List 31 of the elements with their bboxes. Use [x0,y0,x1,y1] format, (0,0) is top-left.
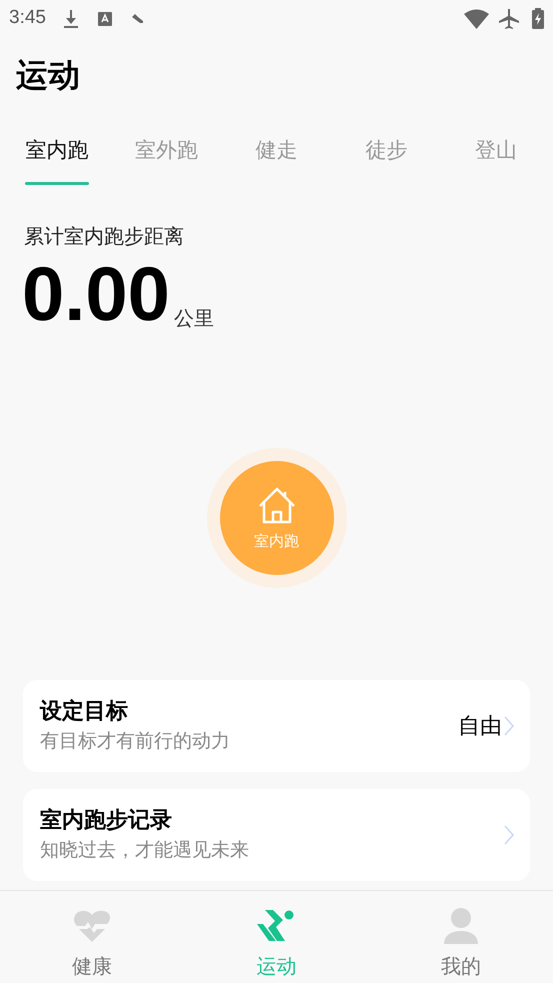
settings-card[interactable]: 室内跑步记录 知晓过去，才能遇见未来 [23,789,530,881]
tab[interactable]: 健走 [222,135,332,185]
heart-icon [73,909,112,943]
tab[interactable]: 徒步 [331,135,442,185]
start-button[interactable]: 室内跑 [220,461,334,575]
airplane-icon [498,8,520,30]
page-title: 运动 [16,55,81,95]
tab[interactable]: 室外跑 [112,135,222,185]
card-subtitle: 有目标才有前行的动力 [40,729,231,754]
tab[interactable]: 室内跑 [2,135,112,185]
person-icon [442,907,480,945]
settings-card[interactable]: 设定目标 有目标才有前行的动力 自由 [23,680,530,772]
nav-tab[interactable]: 运动 [184,891,369,983]
distance-unit: 公里 [174,305,214,332]
distance-value: 0.00 [22,255,170,335]
tab[interactable]: 登山 [441,135,551,185]
wifi-icon [464,8,489,28]
goal-value: 自由 [458,712,502,740]
nav-tab[interactable]: 健康 [0,891,184,983]
battery-icon [532,8,544,29]
card-subtitle: 知晓过去，才能遇见未来 [40,838,250,863]
status-time: 3:45 [9,6,46,30]
distance-label: 累计室内跑步距离 [24,223,185,250]
runner-icon [257,909,296,943]
card-title: 设定目标 [40,698,129,726]
chevron-icon [504,716,514,736]
download-icon [62,10,79,28]
card-title: 室内跑步记录 [40,806,173,835]
nav-tab[interactable]: 我的 [368,891,553,983]
chevron-icon [504,825,514,845]
app-icon [98,12,112,26]
